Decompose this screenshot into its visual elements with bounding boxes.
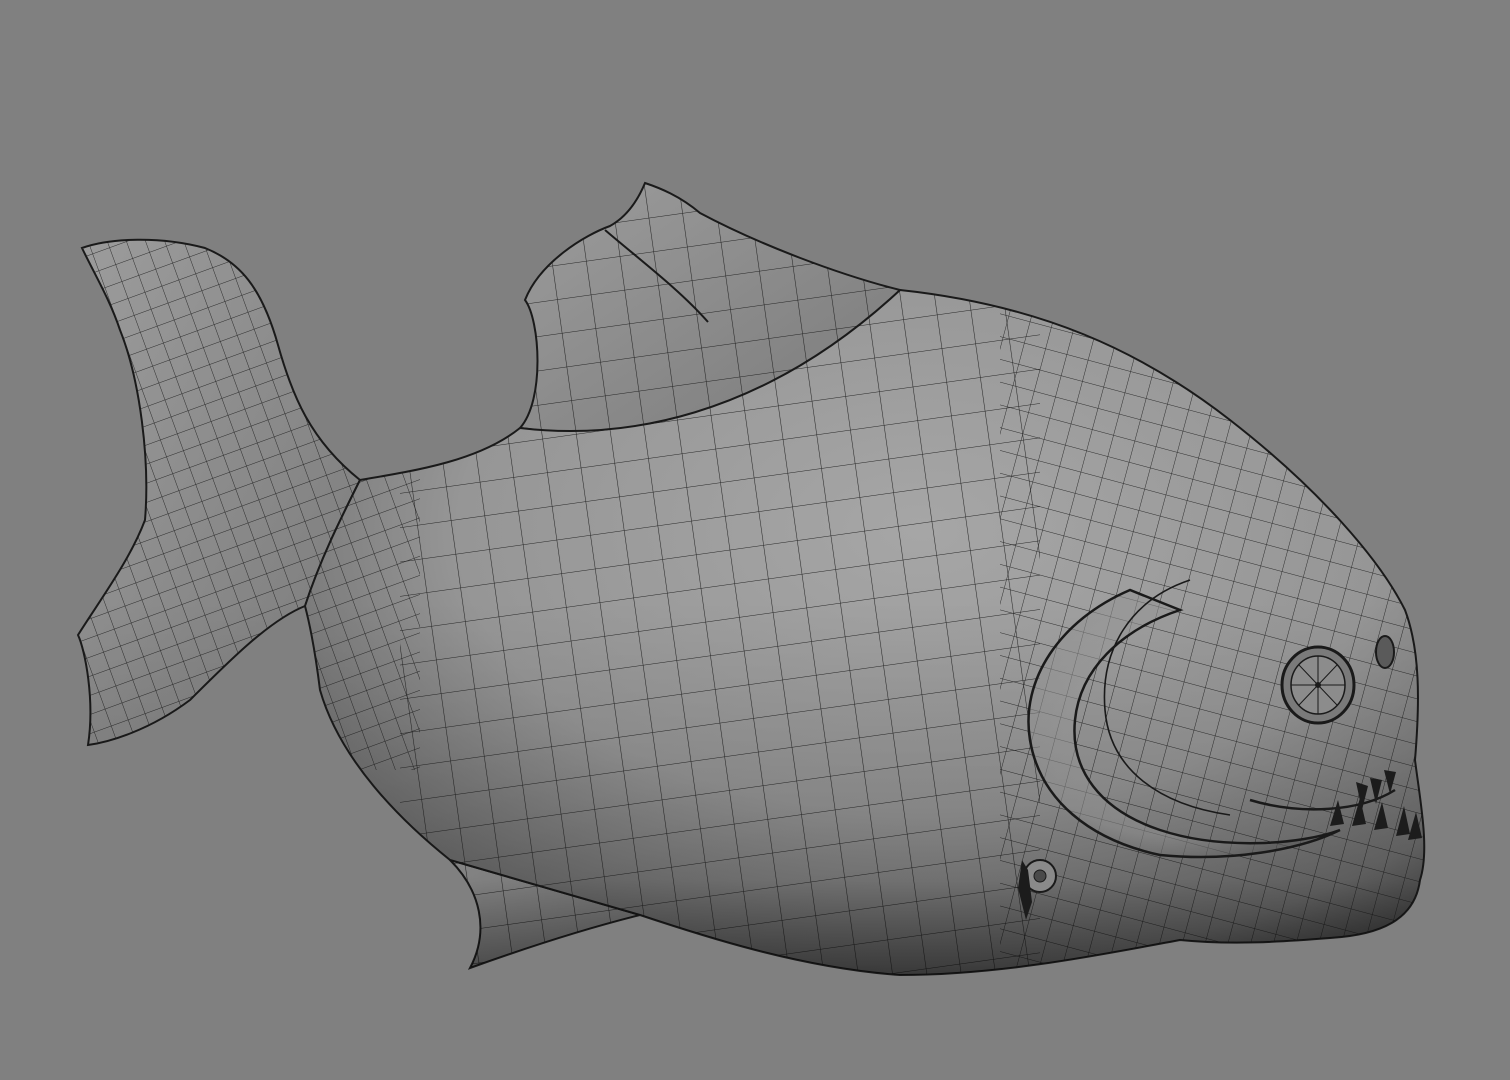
eye[interactable] <box>1280 645 1356 725</box>
3d-viewport[interactable] <box>0 0 1510 1080</box>
viewport-scene[interactable] <box>0 0 1510 1080</box>
piranha-model[interactable] <box>0 170 1510 1000</box>
nostril <box>1375 635 1395 669</box>
